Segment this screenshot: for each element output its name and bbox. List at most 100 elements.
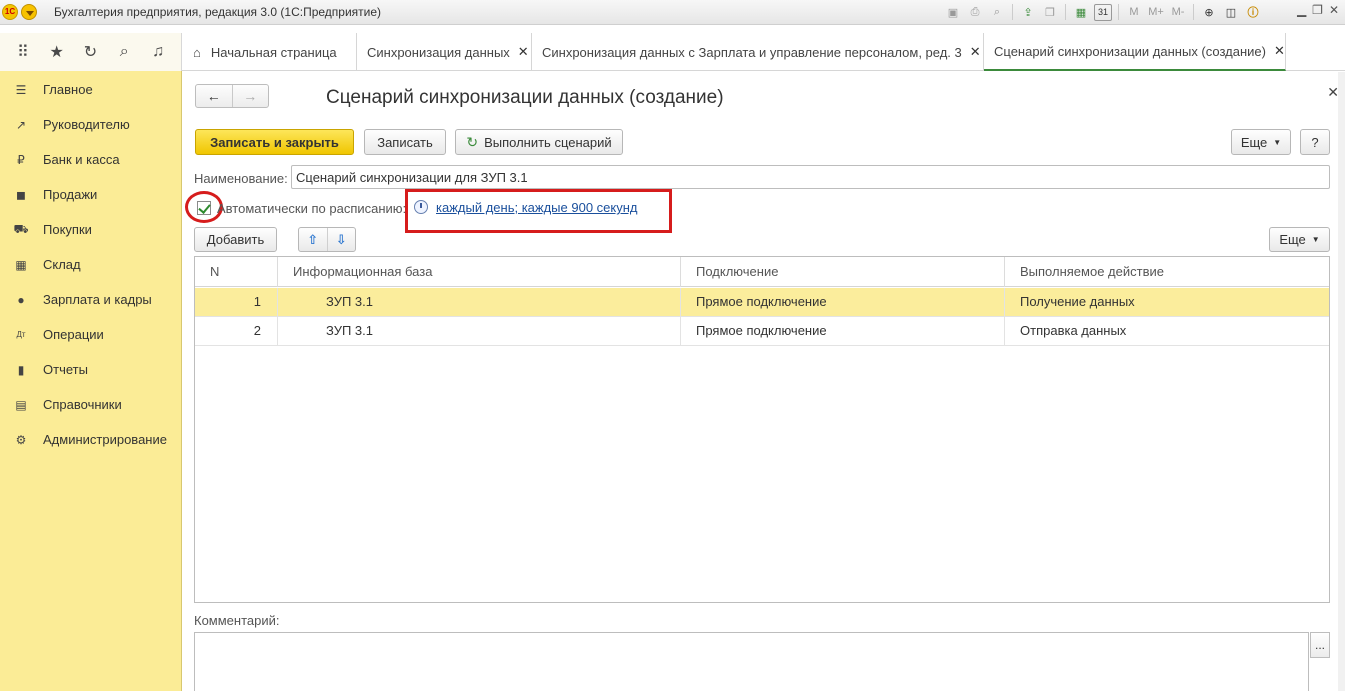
move-up-icon[interactable]: ⇧ [299, 228, 327, 251]
sidebar-item-salary[interactable]: ● Зарплата и кадры [0, 282, 182, 317]
table-row[interactable]: 2 ЗУП 3.1 Прямое подключение Отправка да… [195, 317, 1329, 346]
sidebar-item-purchases[interactable]: ⛟ Покупки [0, 212, 182, 247]
sidebar-item-admin[interactable]: ⚙ Администрирование [0, 422, 182, 457]
restore-icon[interactable]: ❐ [1312, 3, 1323, 17]
tab-label: Сценарий синхронизации данных (создание) [994, 43, 1266, 59]
window-title: Бухгалтерия предприятия, редакция 3.0 (1… [54, 5, 382, 19]
run-scenario-label: Выполнить сценарий [484, 134, 612, 150]
help-button[interactable]: ? [1300, 129, 1330, 155]
apps-grid-icon[interactable]: ⠿ [10, 42, 36, 62]
close-tab-icon[interactable]: ✕ [970, 44, 981, 60]
cell-n: 2 [195, 317, 278, 346]
close-tab-icon[interactable]: ✕ [1274, 43, 1285, 59]
cell-connection: Прямое подключение [681, 288, 1005, 317]
close-tab-icon[interactable]: ✕ [518, 44, 529, 60]
sidebar-item-label: Покупки [43, 222, 92, 237]
main-menu-button[interactable] [21, 4, 37, 20]
preview-icon[interactable]: ⌕ [988, 4, 1006, 21]
ruble-icon: ₽ [17, 152, 25, 167]
history-icon[interactable]: ↻ [77, 42, 103, 62]
table-header: N Информационная база Подключение Выполн… [195, 257, 1329, 287]
tab-home[interactable]: ⌂ Начальная страница [183, 33, 357, 71]
cell-action: Получение данных [1020, 294, 1135, 309]
save-button[interactable]: Записать [364, 129, 446, 155]
more-label: Еще [1279, 232, 1306, 247]
table-more-button[interactable]: Еще ▼ [1269, 227, 1330, 252]
comment-field[interactable] [194, 632, 1309, 691]
add-button[interactable]: Добавить [194, 227, 277, 252]
sidebar-item-operations[interactable]: Дт Операции [0, 317, 182, 352]
m-icon[interactable]: M [1125, 4, 1143, 21]
sidebar-item-main[interactable]: ☰ Главное [0, 72, 182, 107]
run-scenario-button[interactable]: ↻ Выполнить сценарий [455, 129, 623, 155]
tab-sync-zup[interactable]: Синхронизация данных с Зарплата и управл… [532, 33, 984, 71]
sidebar-item-label: Склад [43, 257, 81, 272]
calculator-icon[interactable]: ▦ [1072, 4, 1090, 21]
search-icon[interactable]: ⌕ [111, 43, 137, 61]
title-toolbar: ▣ ⎙ ⌕ ⇪ ❐ ▦ 31 M M+ M- ⊕ ◫ ⓘ [944, 3, 1262, 21]
home-icon: ⌂ [193, 44, 201, 60]
close-window-icon[interactable]: ✕ [1329, 3, 1339, 17]
person-icon: ● [17, 292, 25, 307]
app-logo-icon: 1С [2, 4, 18, 20]
sidebar-item-sales[interactable]: ◼ Продажи [0, 177, 182, 212]
bar-chart-icon: ▮ [17, 362, 25, 377]
annotation-rectangle [405, 189, 672, 233]
tab-scenario[interactable]: Сценарий синхронизации данных (создание)… [984, 33, 1286, 71]
book-icon: ▤ [15, 397, 27, 412]
refresh-icon: ↻ [466, 133, 479, 150]
sidebar-item-label: Главное [43, 82, 93, 97]
top-strip: ⠿ ★ ↻ ⌕ ♫ ⌂ Начальная страница Синхрониз… [0, 33, 1345, 71]
sidebar-item-bank[interactable]: ₽ Банк и касса [0, 142, 182, 177]
column-header-action[interactable]: Выполняемое действие [1005, 257, 1329, 287]
back-arrow-icon[interactable]: ← [196, 85, 232, 107]
calendar-icon[interactable]: 31 [1094, 3, 1112, 21]
move-down-icon[interactable]: ⇩ [326, 228, 356, 251]
print-icon[interactable]: ⎙ [966, 4, 984, 21]
name-field[interactable]: Сценарий синхронизации для ЗУП 3.1 [291, 165, 1330, 189]
name-label: Наименование: [194, 171, 288, 186]
save-icon[interactable]: ▣ [944, 4, 962, 21]
info-icon[interactable]: ⓘ [1244, 4, 1262, 21]
cell-base: ЗУП 3.1 [278, 317, 681, 346]
move-buttons: ⇧ ⇩ [298, 227, 356, 252]
sidebar-item-label: Руководителю [43, 117, 130, 132]
comment-label: Комментарий: [194, 613, 280, 628]
column-header-connection[interactable]: Подключение [681, 257, 1005, 287]
column-header-base[interactable]: Информационная база [278, 257, 681, 287]
zoom-icon[interactable]: ⊕ [1200, 4, 1218, 21]
m-minus-icon[interactable]: M- [1169, 4, 1187, 21]
toolbar-divider [1118, 4, 1119, 20]
page-title: Сценарий синхронизации данных (создание) [326, 87, 724, 108]
window-icon[interactable]: ◫ [1222, 4, 1240, 21]
sidebar-item-reports[interactable]: ▮ Отчеты [0, 352, 182, 387]
forward-arrow-icon[interactable]: → [231, 85, 269, 107]
warehouse-icon: ▦ [15, 257, 27, 272]
cell-action: Отправка данных [1020, 323, 1127, 338]
chevron-down-icon: ▼ [1311, 235, 1320, 244]
sidebar-item-label: Отчеты [43, 362, 88, 377]
scrollbar[interactable] [1338, 72, 1345, 691]
table-row[interactable]: 1 ЗУП 3.1 Прямое подключение Получение д… [195, 288, 1329, 317]
m-plus-icon[interactable]: M+ [1147, 4, 1165, 21]
copy-icon[interactable]: ❐ [1041, 4, 1059, 21]
tab-sync[interactable]: Синхронизация данных ✕ [357, 33, 532, 71]
minimize-icon[interactable]: ▁ [1297, 3, 1306, 17]
bell-icon[interactable]: ♫ [145, 43, 171, 61]
upload-icon[interactable]: ⇪ [1019, 4, 1037, 21]
sidebar-item-label: Банк и касса [43, 152, 120, 167]
nav-buttons: ← → [195, 84, 269, 108]
sidebar-item-label: Зарплата и кадры [43, 292, 152, 307]
sidebar-item-label: Продажи [43, 187, 98, 202]
star-icon[interactable]: ★ [44, 42, 70, 62]
sidebar-item-manager[interactable]: ↗ Руководителю [0, 107, 182, 142]
save-and-close-button[interactable]: Записать и закрыть [195, 129, 354, 155]
more-button[interactable]: Еще ▼ [1231, 129, 1291, 155]
column-header-n[interactable]: N [195, 257, 278, 287]
toolbar-divider [1193, 4, 1194, 20]
sidebar-item-catalogs[interactable]: ▤ Справочники [0, 387, 182, 422]
comment-expand-button[interactable]: ... [1310, 632, 1330, 658]
cart-icon: ⛟ [13, 221, 29, 236]
sidebar-item-warehouse[interactable]: ▦ Склад [0, 247, 182, 282]
gear-icon: ⚙ [15, 432, 27, 447]
